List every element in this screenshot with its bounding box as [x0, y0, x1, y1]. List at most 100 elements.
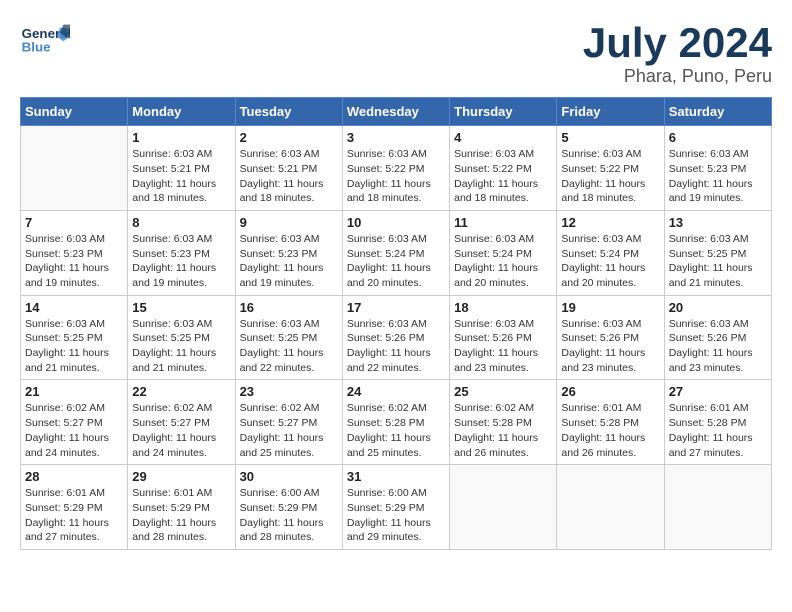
day-detail: Sunrise: 6:01 AM Sunset: 5:28 PM Dayligh… — [669, 401, 767, 460]
day-detail: Sunrise: 6:03 AM Sunset: 5:25 PM Dayligh… — [240, 317, 338, 376]
day-detail: Sunrise: 6:03 AM Sunset: 5:25 PM Dayligh… — [25, 317, 123, 376]
weekday-header-tuesday: Tuesday — [235, 98, 342, 126]
calendar-day-cell: 17 Sunrise: 6:03 AM Sunset: 5:26 PM Dayli… — [342, 295, 449, 380]
day-detail: Sunrise: 6:03 AM Sunset: 5:21 PM Dayligh… — [240, 147, 338, 206]
calendar-week-row: 7 Sunrise: 6:03 AM Sunset: 5:23 PM Daylig… — [21, 210, 772, 295]
month-title: July 2024 — [583, 20, 772, 66]
calendar-day-cell: 1Sunrise: 6:03 AM Sunset: 5:21 PM Daylig… — [128, 126, 235, 211]
day-number: 18 — [454, 300, 552, 315]
day-detail: Sunrise: 6:03 AM Sunset: 5:26 PM Dayligh… — [347, 317, 445, 376]
day-detail: Sunrise: 6:03 AM Sunset: 5:26 PM Dayligh… — [669, 317, 767, 376]
day-detail: Sunrise: 6:03 AM Sunset: 5:22 PM Dayligh… — [454, 147, 552, 206]
location-title: Phara, Puno, Peru — [583, 66, 772, 87]
day-number: 19 — [561, 300, 659, 315]
day-detail: Sunrise: 6:03 AM Sunset: 5:23 PM Dayligh… — [25, 232, 123, 291]
weekday-header-monday: Monday — [128, 98, 235, 126]
day-number: 9 — [240, 215, 338, 230]
weekday-header-sunday: Sunday — [21, 98, 128, 126]
day-number: 4 — [454, 130, 552, 145]
calendar-day-cell: 24 Sunrise: 6:02 AM Sunset: 5:28 PM Dayli… — [342, 380, 449, 465]
day-detail: Sunrise: 6:03 AM Sunset: 5:21 PM Dayligh… — [132, 147, 230, 206]
calendar-week-row: 14 Sunrise: 6:03 AM Sunset: 5:25 PM Dayli… — [21, 295, 772, 380]
calendar-day-cell: 3 Sunrise: 6:03 AM Sunset: 5:22 PM Daylig… — [342, 126, 449, 211]
calendar-day-cell: 7 Sunrise: 6:03 AM Sunset: 5:23 PM Daylig… — [21, 210, 128, 295]
calendar-day-cell: 23Sunrise: 6:02 AM Sunset: 5:27 PM Dayli… — [235, 380, 342, 465]
day-number: 13 — [669, 215, 767, 230]
day-detail: Sunrise: 6:00 AM Sunset: 5:29 PM Dayligh… — [347, 486, 445, 545]
day-detail: Sunrise: 6:03 AM Sunset: 5:23 PM Dayligh… — [132, 232, 230, 291]
calendar-day-cell — [664, 465, 771, 550]
day-number: 7 — [25, 215, 123, 230]
calendar-day-cell: 18 Sunrise: 6:03 AM Sunset: 5:26 PM Dayli… — [450, 295, 557, 380]
day-detail: Sunrise: 6:02 AM Sunset: 5:28 PM Dayligh… — [347, 401, 445, 460]
day-number: 17 — [347, 300, 445, 315]
day-detail: Sunrise: 6:03 AM Sunset: 5:25 PM Dayligh… — [132, 317, 230, 376]
calendar-table: SundayMondayTuesdayWednesdayThursdayFrid… — [20, 97, 772, 550]
calendar-week-row: 1Sunrise: 6:03 AM Sunset: 5:21 PM Daylig… — [21, 126, 772, 211]
calendar-day-cell: 29 Sunrise: 6:01 AM Sunset: 5:29 PM Dayli… — [128, 465, 235, 550]
calendar-day-cell — [450, 465, 557, 550]
day-detail: Sunrise: 6:03 AM Sunset: 5:23 PM Dayligh… — [669, 147, 767, 206]
weekday-header-wednesday: Wednesday — [342, 98, 449, 126]
header: General Blue July 2024 Phara, Puno, Peru — [20, 20, 772, 87]
day-number: 20 — [669, 300, 767, 315]
day-number: 3 — [347, 130, 445, 145]
day-number: 24 — [347, 384, 445, 399]
day-number: 8 — [132, 215, 230, 230]
calendar-day-cell: 27 Sunrise: 6:01 AM Sunset: 5:28 PM Dayli… — [664, 380, 771, 465]
calendar-day-cell — [557, 465, 664, 550]
calendar-day-cell: 26Sunrise: 6:01 AM Sunset: 5:28 PM Dayli… — [557, 380, 664, 465]
day-number: 31 — [347, 469, 445, 484]
day-detail: Sunrise: 6:02 AM Sunset: 5:27 PM Dayligh… — [240, 401, 338, 460]
day-number: 22 — [132, 384, 230, 399]
calendar-day-cell: 13 Sunrise: 6:03 AM Sunset: 5:25 PM Dayli… — [664, 210, 771, 295]
day-number: 26 — [561, 384, 659, 399]
calendar-day-cell: 21 Sunrise: 6:02 AM Sunset: 5:27 PM Dayli… — [21, 380, 128, 465]
day-number: 27 — [669, 384, 767, 399]
day-number: 16 — [240, 300, 338, 315]
calendar-day-cell — [21, 126, 128, 211]
calendar-day-cell: 14 Sunrise: 6:03 AM Sunset: 5:25 PM Dayli… — [21, 295, 128, 380]
calendar-day-cell: 31 Sunrise: 6:00 AM Sunset: 5:29 PM Dayli… — [342, 465, 449, 550]
calendar-day-cell: 19 Sunrise: 6:03 AM Sunset: 5:26 PM Dayli… — [557, 295, 664, 380]
day-detail: Sunrise: 6:00 AM Sunset: 5:29 PM Dayligh… — [240, 486, 338, 545]
day-number: 11 — [454, 215, 552, 230]
title-area: July 2024 Phara, Puno, Peru — [583, 20, 772, 87]
day-detail: Sunrise: 6:02 AM Sunset: 5:28 PM Dayligh… — [454, 401, 552, 460]
calendar-week-row: 28 Sunrise: 6:01 AM Sunset: 5:29 PM Dayli… — [21, 465, 772, 550]
day-number: 30 — [240, 469, 338, 484]
calendar-day-cell: 22Sunrise: 6:02 AM Sunset: 5:27 PM Dayli… — [128, 380, 235, 465]
calendar-day-cell: 28 Sunrise: 6:01 AM Sunset: 5:29 PM Dayli… — [21, 465, 128, 550]
day-detail: Sunrise: 6:02 AM Sunset: 5:27 PM Dayligh… — [25, 401, 123, 460]
day-detail: Sunrise: 6:03 AM Sunset: 5:24 PM Dayligh… — [561, 232, 659, 291]
weekday-header-row: SundayMondayTuesdayWednesdayThursdayFrid… — [21, 98, 772, 126]
calendar-day-cell: 8 Sunrise: 6:03 AM Sunset: 5:23 PM Daylig… — [128, 210, 235, 295]
calendar-day-cell: 5Sunrise: 6:03 AM Sunset: 5:22 PM Daylig… — [557, 126, 664, 211]
calendar-day-cell: 16 Sunrise: 6:03 AM Sunset: 5:25 PM Dayli… — [235, 295, 342, 380]
day-detail: Sunrise: 6:01 AM Sunset: 5:29 PM Dayligh… — [132, 486, 230, 545]
calendar-week-row: 21 Sunrise: 6:02 AM Sunset: 5:27 PM Dayli… — [21, 380, 772, 465]
calendar-day-cell: 10Sunrise: 6:03 AM Sunset: 5:24 PM Dayli… — [342, 210, 449, 295]
weekday-header-saturday: Saturday — [664, 98, 771, 126]
svg-text:Blue: Blue — [22, 39, 51, 54]
day-number: 6 — [669, 130, 767, 145]
calendar-day-cell: 15Sunrise: 6:03 AM Sunset: 5:25 PM Dayli… — [128, 295, 235, 380]
calendar-day-cell: 4 Sunrise: 6:03 AM Sunset: 5:22 PM Daylig… — [450, 126, 557, 211]
day-detail: Sunrise: 6:03 AM Sunset: 5:26 PM Dayligh… — [454, 317, 552, 376]
logo: General Blue — [20, 20, 70, 60]
weekday-header-thursday: Thursday — [450, 98, 557, 126]
day-detail: Sunrise: 6:03 AM Sunset: 5:26 PM Dayligh… — [561, 317, 659, 376]
calendar-day-cell: 25Sunrise: 6:02 AM Sunset: 5:28 PM Dayli… — [450, 380, 557, 465]
day-number: 10 — [347, 215, 445, 230]
day-number: 5 — [561, 130, 659, 145]
day-detail: Sunrise: 6:03 AM Sunset: 5:25 PM Dayligh… — [669, 232, 767, 291]
day-number: 14 — [25, 300, 123, 315]
calendar-day-cell: 12Sunrise: 6:03 AM Sunset: 5:24 PM Dayli… — [557, 210, 664, 295]
day-number: 2 — [240, 130, 338, 145]
day-number: 28 — [25, 469, 123, 484]
day-number: 21 — [25, 384, 123, 399]
day-detail: Sunrise: 6:01 AM Sunset: 5:29 PM Dayligh… — [25, 486, 123, 545]
day-detail: Sunrise: 6:03 AM Sunset: 5:22 PM Dayligh… — [347, 147, 445, 206]
day-number: 29 — [132, 469, 230, 484]
calendar-day-cell: 30 Sunrise: 6:00 AM Sunset: 5:29 PM Dayli… — [235, 465, 342, 550]
